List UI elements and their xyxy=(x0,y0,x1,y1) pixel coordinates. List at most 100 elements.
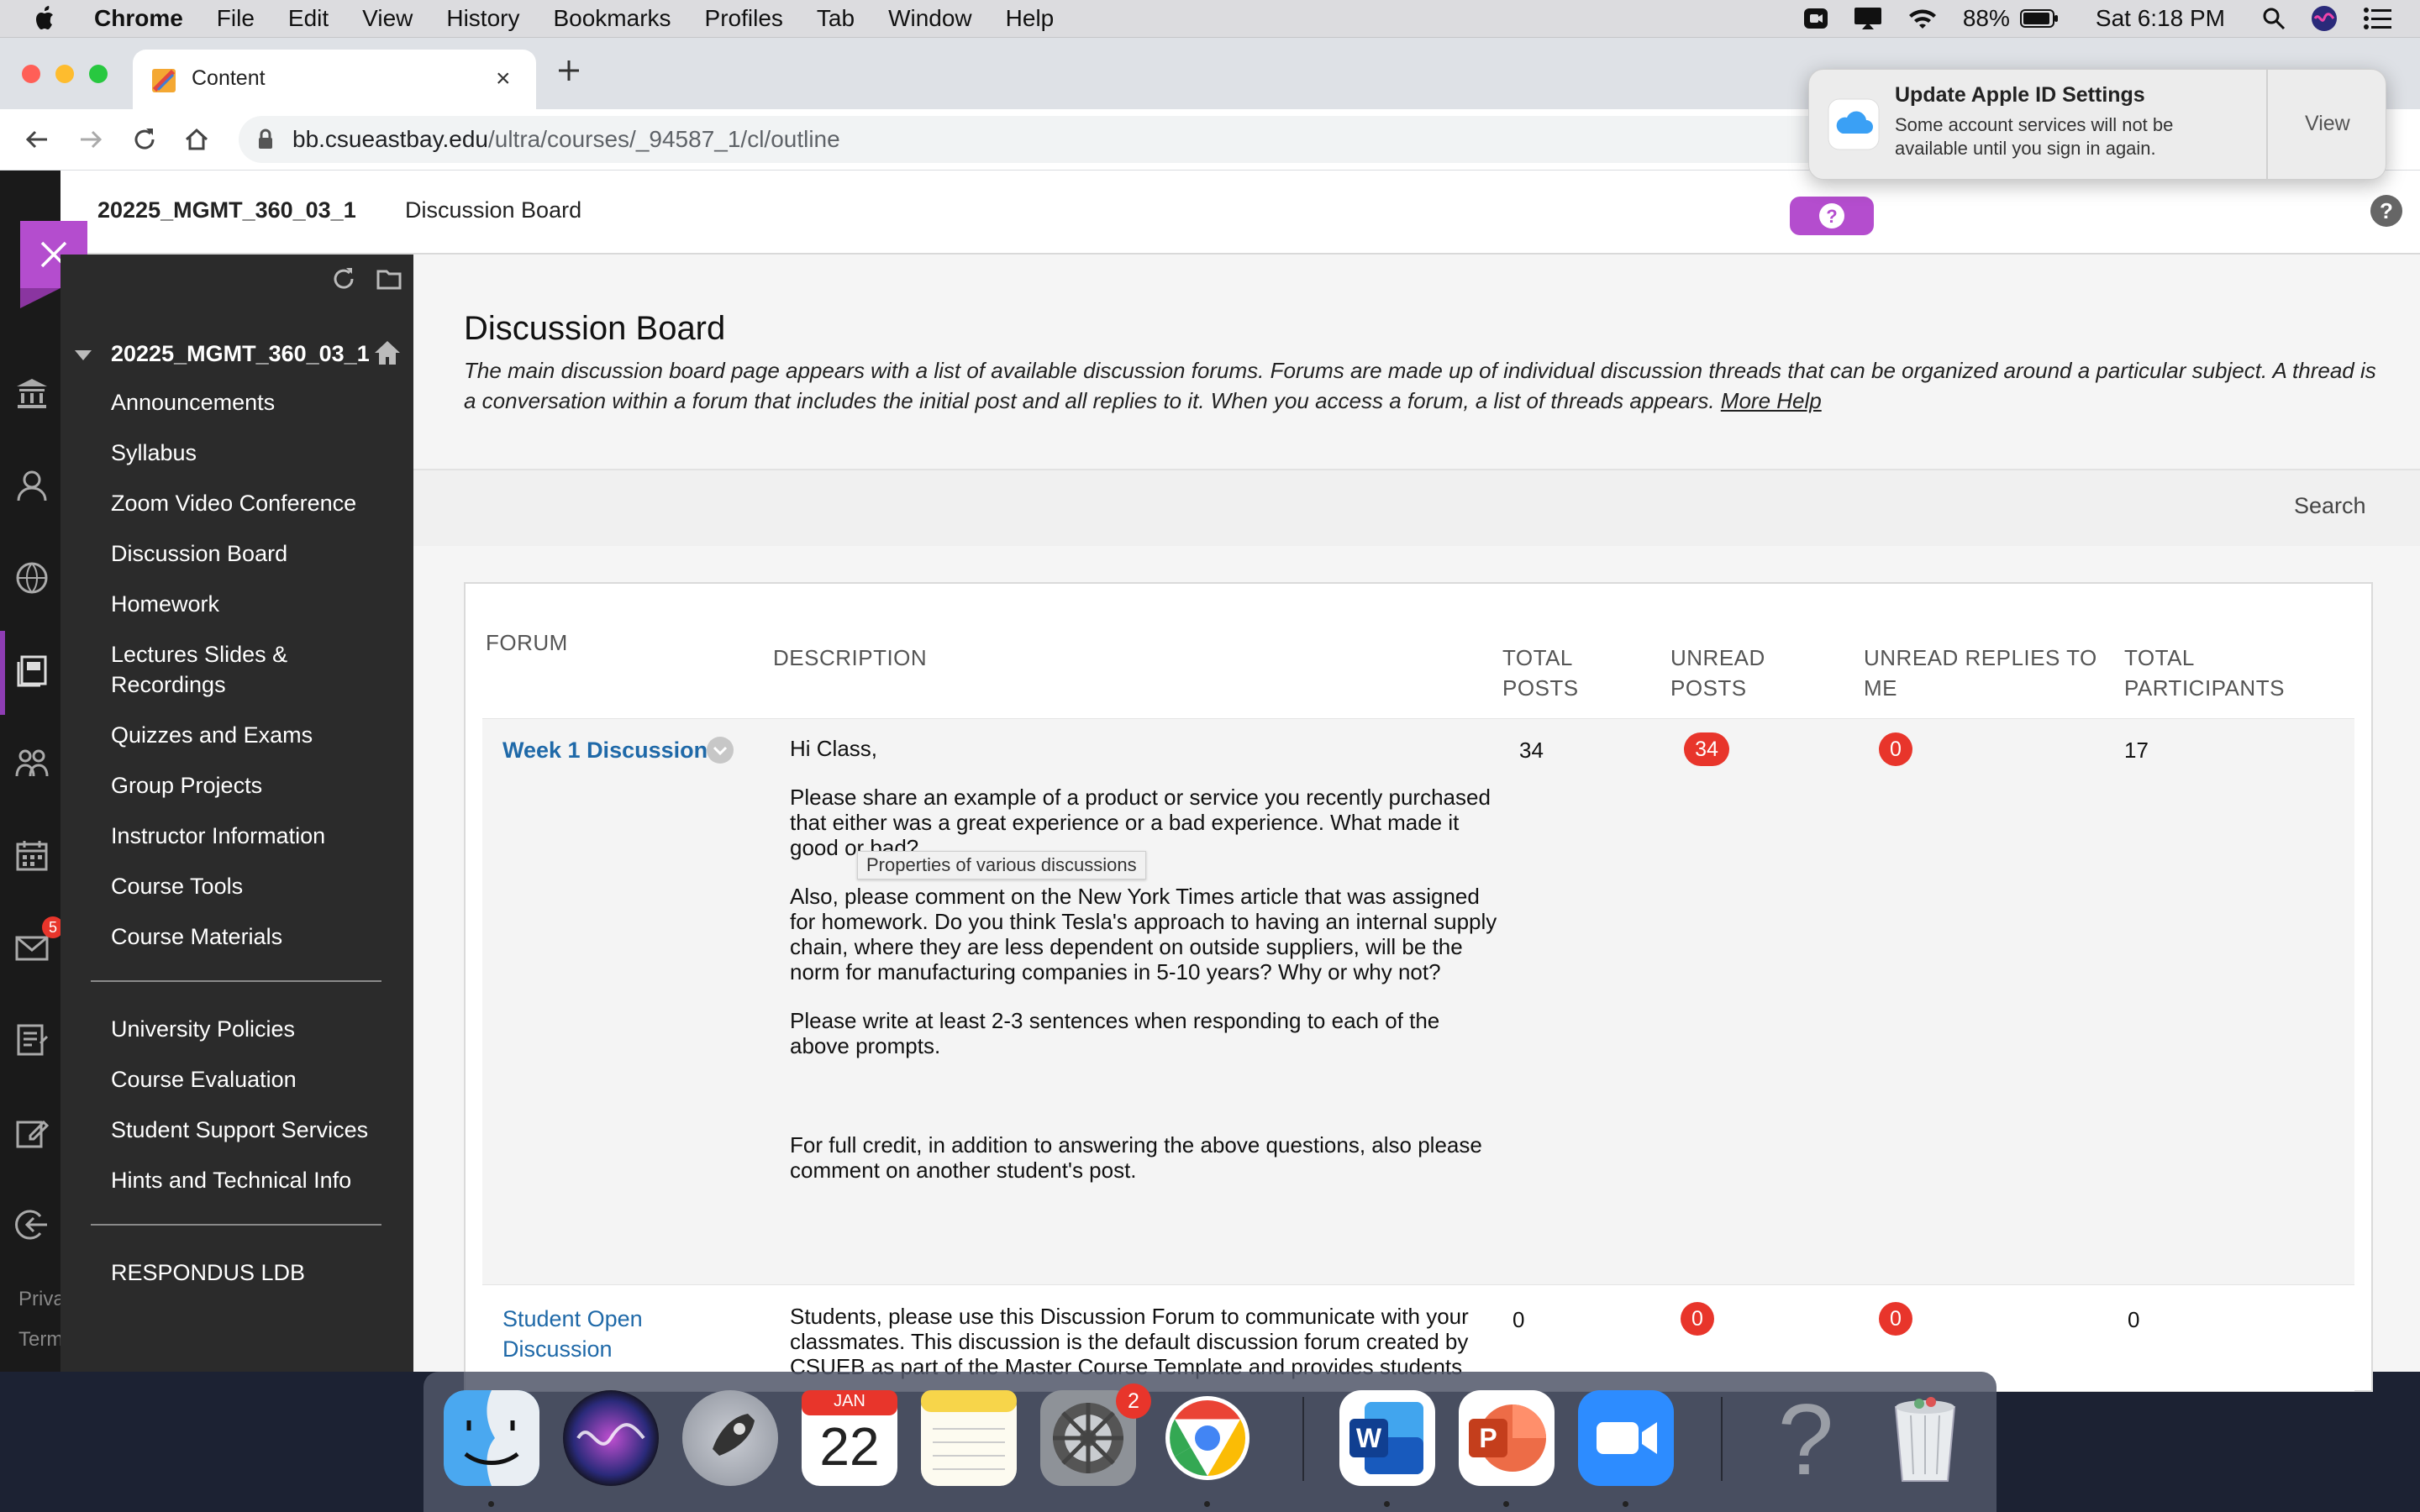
course-id[interactable]: 20225_MGMT_360_03_1 xyxy=(97,197,356,223)
header-description[interactable]: DESCRIPTION xyxy=(773,643,927,673)
header-forum[interactable]: FORUM xyxy=(486,627,568,658)
institution-icon[interactable] xyxy=(15,376,49,410)
search-link[interactable]: Search xyxy=(2294,493,2366,519)
menu-hints-and-technical-info[interactable]: Hints and Technical Info xyxy=(111,1165,351,1195)
zoom-window-button[interactable] xyxy=(89,65,108,83)
collapse-triangle-icon[interactable] xyxy=(74,349,92,362)
more-help-link[interactable]: More Help xyxy=(1721,388,1822,413)
folder-view-icon[interactable] xyxy=(376,266,402,291)
forum-link-week-1[interactable]: Week 1 Discussion xyxy=(502,738,708,764)
menu-history[interactable]: History xyxy=(446,5,519,32)
menu-university-policies[interactable]: University Policies xyxy=(111,1014,295,1044)
new-tab-icon[interactable] xyxy=(556,58,581,83)
menu-course-materials[interactable]: Course Materials xyxy=(111,921,282,952)
menu-app-name[interactable]: Chrome xyxy=(94,5,183,32)
sign-out-icon[interactable] xyxy=(15,1208,49,1242)
menu-tab[interactable]: Tab xyxy=(817,5,855,32)
menu-edit[interactable]: Edit xyxy=(288,5,329,32)
help-viewer-icon[interactable]: ? xyxy=(1758,1390,1854,1486)
header-total-posts[interactable]: TOTAL POSTS xyxy=(1502,643,1579,703)
finder-icon[interactable] xyxy=(444,1390,539,1486)
clock[interactable]: Sat 6:18 PM xyxy=(2096,5,2225,32)
menu-bookmarks[interactable]: Bookmarks xyxy=(553,5,671,32)
terms-link[interactable]: Term xyxy=(18,1328,63,1352)
menu-group-projects[interactable]: Group Projects xyxy=(111,770,262,801)
minimize-window-button[interactable] xyxy=(55,65,74,83)
home-icon[interactable] xyxy=(183,126,210,153)
spotlight-icon[interactable] xyxy=(2262,7,2286,30)
siri-icon[interactable] xyxy=(2311,5,2338,32)
menu-profiles[interactable]: Profiles xyxy=(705,5,783,32)
menu-announcements[interactable]: Announcements xyxy=(111,387,275,417)
globe-icon[interactable] xyxy=(15,561,49,595)
notification-view-button[interactable]: View xyxy=(2305,112,2350,136)
messages-icon[interactable] xyxy=(15,931,49,964)
chrome-icon[interactable] xyxy=(1160,1390,1255,1486)
trash-icon[interactable] xyxy=(1877,1390,1973,1486)
description-paragraph: Also, please comment on the New York Tim… xyxy=(790,884,1497,984)
address-bar[interactable]: bb.csueastbay.edu/ultra/courses/_94587_1… xyxy=(239,116,1835,163)
apple-icon[interactable] xyxy=(34,5,57,32)
menu-zoom-video-conference[interactable]: Zoom Video Conference xyxy=(111,488,356,518)
menu-course-evaluation[interactable]: Course Evaluation xyxy=(111,1064,297,1095)
wifi-icon[interactable] xyxy=(1907,7,1938,30)
course-home-icon[interactable] xyxy=(373,339,402,367)
groups-icon[interactable] xyxy=(15,746,49,780)
screen-mirroring-icon[interactable] xyxy=(1854,7,1882,30)
forum-options-chevron-icon[interactable] xyxy=(706,736,734,764)
menu-quizzes-and-exams[interactable]: Quizzes and Exams xyxy=(111,720,313,750)
grades-icon[interactable] xyxy=(15,1023,49,1057)
back-icon[interactable] xyxy=(24,126,50,153)
powerpoint-icon[interactable]: P xyxy=(1459,1390,1555,1486)
control-center-icon[interactable] xyxy=(2363,7,2391,30)
camera-icon[interactable] xyxy=(1803,7,1828,30)
refresh-icon[interactable] xyxy=(331,266,356,291)
menu-respondus-ldb[interactable]: RESPONDUS LDB xyxy=(111,1257,305,1288)
unread-replies-badge[interactable]: 0 xyxy=(1879,1302,1912,1336)
profile-icon[interactable] xyxy=(15,469,49,502)
zoom-icon[interactable] xyxy=(1578,1390,1674,1486)
tab-close-icon[interactable]: × xyxy=(496,65,511,93)
menu-view[interactable]: View xyxy=(362,5,413,32)
privacy-link[interactable]: Priva xyxy=(18,1288,65,1311)
menu-student-support-services[interactable]: Student Support Services xyxy=(111,1115,368,1145)
browser-tab[interactable]: Content × xyxy=(133,50,536,109)
help-button[interactable]: ? xyxy=(1790,197,1874,235)
calendar-app-icon[interactable]: JAN 22 xyxy=(802,1390,897,1486)
siri-app-icon[interactable] xyxy=(563,1390,659,1486)
unread-posts-badge[interactable]: 0 xyxy=(1681,1302,1714,1336)
forum-link-student-open-discussion[interactable]: Student Open Discussion xyxy=(502,1304,671,1364)
header-total-participants[interactable]: TOTAL PARTICIPANTS xyxy=(2124,643,2285,703)
menu-discussion-board[interactable]: Discussion Board xyxy=(111,538,287,569)
menu-lectures-slides-recordings[interactable]: Lectures Slides & Recordings xyxy=(111,639,329,700)
unread-replies-badge[interactable]: 0 xyxy=(1879,732,1912,766)
battery-icon[interactable] xyxy=(2019,8,2059,29)
courses-icon[interactable] xyxy=(15,654,49,687)
running-indicator xyxy=(1204,1501,1210,1507)
notification-banner[interactable]: Update Apple ID Settings Some account se… xyxy=(1808,69,2386,180)
tab-title: Content xyxy=(192,66,266,90)
close-window-button[interactable] xyxy=(22,65,40,83)
calendar-icon[interactable] xyxy=(15,838,49,872)
menu-help[interactable]: Help xyxy=(1006,5,1055,32)
word-icon[interactable]: W xyxy=(1339,1390,1435,1486)
svg-text:P: P xyxy=(1479,1423,1497,1453)
notes-icon[interactable] xyxy=(921,1390,1017,1486)
menu-window[interactable]: Window xyxy=(888,5,972,32)
page-help-icon[interactable]: ? xyxy=(2370,194,2403,228)
macos-menu-bar: Chrome File Edit View History Bookmarks … xyxy=(0,0,2420,38)
menu-file[interactable]: File xyxy=(217,5,255,32)
forward-icon[interactable] xyxy=(77,126,104,153)
header-unread-replies[interactable]: UNREAD REPLIES TO ME xyxy=(1864,643,2097,703)
reload-icon[interactable] xyxy=(131,126,158,153)
menu-homework[interactable]: Homework xyxy=(111,589,219,619)
launchpad-icon[interactable] xyxy=(682,1390,778,1486)
header-unread-posts[interactable]: UNREAD POSTS xyxy=(1670,643,1765,703)
unread-posts-badge[interactable]: 34 xyxy=(1684,732,1729,766)
lock-icon[interactable] xyxy=(257,129,274,150)
menu-course-tools[interactable]: Course Tools xyxy=(111,871,243,901)
course-menu-title[interactable]: 20225_MGMT_360_03_1 xyxy=(111,339,370,369)
menu-syllabus[interactable]: Syllabus xyxy=(111,438,197,468)
tools-edit-icon[interactable] xyxy=(15,1116,49,1149)
menu-instructor-information[interactable]: Instructor Information xyxy=(111,821,325,851)
